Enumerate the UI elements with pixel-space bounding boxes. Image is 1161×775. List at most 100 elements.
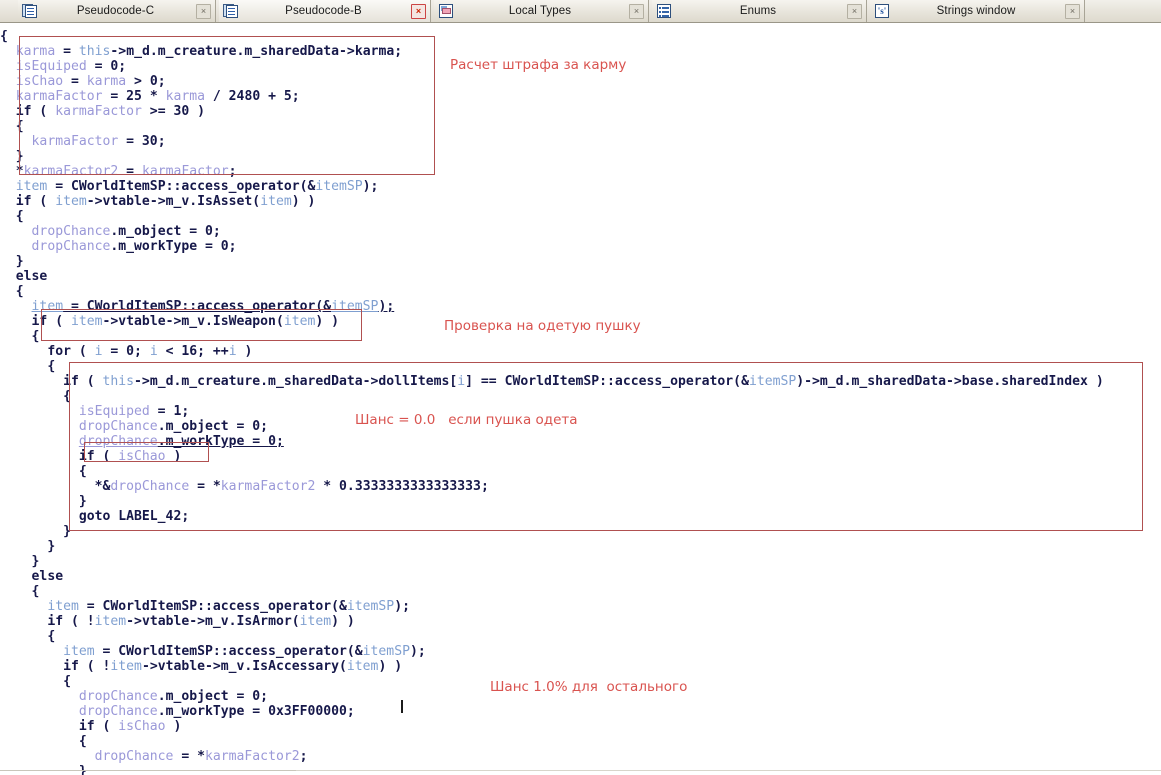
code-token: }	[31, 554, 40, 569]
code-token: );	[409, 644, 426, 659]
code-line: {	[0, 584, 1161, 599]
code-token: ) )	[331, 614, 355, 629]
code-token: item	[55, 194, 87, 209]
code-line: }	[0, 149, 1161, 164]
code-line: *karmaFactor2 = karmaFactor;	[0, 164, 1161, 179]
code-token: 0;	[220, 239, 237, 254]
code-token: karma	[165, 89, 206, 104]
code-line: {	[0, 389, 1161, 404]
code-line: }	[0, 494, 1161, 509]
code-token: item	[260, 194, 292, 209]
code-line: dropChance.m_object = 0;	[0, 419, 1161, 434]
code-token: .m_workType =	[110, 239, 221, 254]
code-token: m_d.m_creature.m_sharedData	[126, 44, 340, 59]
code-token: i	[149, 344, 158, 359]
code-token: =	[118, 164, 142, 179]
code-line: {	[0, 464, 1161, 479]
code-line: {	[0, 359, 1161, 374]
code-line: if ( isChao )	[0, 449, 1161, 464]
code-token: )	[165, 719, 182, 734]
code-token: dropChance	[110, 479, 190, 494]
code-token: {	[15, 119, 24, 134]
code-token: 0x3FF00000;	[268, 704, 355, 719]
code-token: ->vtable->m_v.IsWeapon(	[102, 314, 284, 329]
tab-pseudocode-b[interactable]: Pseudocode-B ×	[219, 0, 431, 22]
code-token: isChao	[118, 449, 166, 464]
code-token: =	[63, 74, 87, 89]
code-token: >	[126, 74, 150, 89]
code-token: =	[118, 134, 142, 149]
code-token: {	[31, 584, 40, 599]
code-token: item	[110, 659, 142, 674]
code-line: {	[0, 284, 1161, 299]
code-token: 0;	[110, 59, 127, 74]
code-token: ;	[299, 749, 308, 764]
code-line: dropChance.m_workType = 0;	[0, 434, 1161, 449]
code-token: = CWorldItemSP::access_operator(&	[63, 299, 332, 314]
code-token: 0.3333333333333333;	[339, 479, 489, 494]
code-token: }	[15, 254, 24, 269]
code-token: dropChance	[94, 749, 174, 764]
code-line: {	[0, 29, 1161, 44]
code-token: {	[63, 674, 71, 689]
code-token: karmaFactor	[55, 104, 142, 119]
tab-strings-window[interactable]: 's' Strings window ×	[870, 0, 1085, 22]
tab-bar-left-spacer	[0, 0, 18, 22]
code-token: 5;	[283, 89, 300, 104]
code-line: isEquiped = 1;	[0, 404, 1161, 419]
tab-enums[interactable]: Enums ×	[652, 0, 867, 22]
code-line: goto LABEL_42;	[0, 509, 1161, 524]
code-line: karmaFactor = 25 * karma / 2480 + 5;	[0, 89, 1161, 104]
code-token: if ( !	[63, 659, 111, 674]
code-token: else	[15, 269, 48, 284]
code-line: {	[0, 209, 1161, 224]
code-token: =	[102, 89, 127, 104]
code-token: = *	[173, 749, 205, 764]
code-token: *&	[94, 479, 111, 494]
code-token: 0;	[205, 224, 221, 239]
tab-pseudocode-c[interactable]: Pseudocode-C ×	[18, 0, 216, 22]
code-line: }	[0, 254, 1161, 269]
code-token: karma;	[354, 44, 403, 59]
code-token: = *	[189, 479, 221, 494]
code-line: }	[0, 554, 1161, 569]
code-token: ->vtable->m_v.IsAccessary(	[141, 659, 347, 674]
code-token: dropChance	[78, 434, 158, 449]
code-token: if (	[15, 104, 56, 119]
code-token: {	[47, 359, 56, 374]
code-token: {	[15, 284, 24, 299]
tab-label: Pseudocode-B	[285, 5, 362, 17]
tab-close-icon[interactable]: ×	[1065, 3, 1080, 19]
code-token: .m_workType =	[157, 434, 269, 449]
tab-close-icon[interactable]: ×	[629, 3, 644, 19]
code-token: itemSP	[362, 644, 410, 659]
code-token: goto LABEL_42;	[78, 509, 190, 524]
note-karma-penalty: Расчет штрафа за карму	[450, 57, 627, 73]
code-token: +	[260, 89, 284, 104]
tab-close-icon[interactable]: ×	[411, 3, 426, 19]
pseudocode-editor[interactable]: { karma = this->m_d.m_creature.m_sharedD…	[0, 23, 1161, 775]
tab-local-types[interactable]: Local Types ×	[434, 0, 649, 22]
code-token: >=	[141, 104, 174, 119]
code-line: karmaFactor = 30;	[0, 134, 1161, 149]
tab-close-icon[interactable]: ×	[196, 3, 211, 19]
code-token: if (	[15, 194, 56, 209]
code-token: 0;	[252, 419, 269, 434]
code-token: 0;	[126, 344, 150, 359]
code-line: dropChance.m_object = 0;	[0, 224, 1161, 239]
code-token: {	[31, 329, 40, 344]
code-token: item	[63, 644, 95, 659]
code-token: ->	[339, 44, 355, 59]
code-token: karmaFactor2	[23, 164, 119, 179]
tab-label: Pseudocode-C	[76, 5, 155, 17]
code-token: ) )	[378, 659, 403, 674]
code-token: )	[236, 344, 253, 359]
code-token: karmaFactor2	[205, 749, 300, 764]
code-token: );	[362, 179, 379, 194]
code-line: if ( !item->vtable->m_v.IsAccessary(item…	[0, 659, 1161, 674]
code-line: dropChance.m_workType = 0x3FF00000;	[0, 704, 1161, 719]
tab-close-icon[interactable]: ×	[847, 3, 862, 19]
code-line: if ( isChao )	[0, 719, 1161, 734]
code-token: i	[228, 344, 237, 359]
code-token: if (	[78, 719, 119, 734]
